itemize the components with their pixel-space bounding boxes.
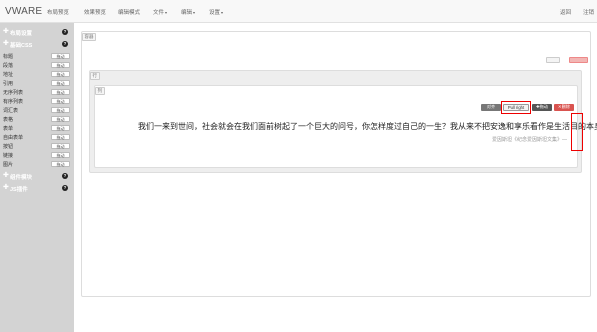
- drag-label: 拖动: [539, 104, 548, 109]
- nav-edit-menu[interactable]: 编辑: [181, 8, 196, 16]
- chevron-down-icon: [221, 11, 224, 14]
- sidebar-section-js[interactable]: ✚ JS插件 ?: [2, 184, 72, 193]
- plus-icon: ✚: [3, 184, 9, 191]
- remove-button[interactable]: ✕删除: [554, 104, 574, 111]
- sidebar-section-components[interactable]: ✚ 组件模块 ?: [2, 172, 72, 181]
- sidebar-item-label: 段落: [3, 63, 14, 69]
- container-remove-button[interactable]: [569, 57, 588, 63]
- sidebar-section-label: 组件模块: [10, 175, 33, 181]
- remove-label: 删除: [561, 104, 570, 109]
- align-button[interactable]: 对齐: [481, 104, 501, 111]
- sidebar-item-label: 表格: [3, 117, 14, 123]
- drag-handle[interactable]: 拖动: [51, 97, 70, 104]
- row-tag: 行: [90, 72, 100, 80]
- sidebar-item-table[interactable]: 表格 拖动: [2, 115, 72, 123]
- nav-layout-preview[interactable]: 布局预览: [47, 8, 69, 16]
- drag-handle[interactable]: 拖动: [51, 124, 70, 131]
- nav-edit-label: 编辑: [181, 10, 193, 16]
- sidebar-item-unordered-list[interactable]: 无序列表 拖动: [2, 88, 72, 96]
- sidebar-section-label: JS插件: [10, 187, 28, 193]
- container-tag: 容器: [82, 33, 96, 41]
- drag-handle[interactable]: 拖动: [51, 151, 70, 158]
- sidebar-item-address[interactable]: 地址 拖动: [2, 70, 72, 78]
- sidebar-section-css[interactable]: ✚ 基础CSS ?: [2, 40, 72, 49]
- help-icon[interactable]: ?: [62, 29, 68, 35]
- plus-icon: ✚: [3, 40, 9, 47]
- nav-logout[interactable]: 注销: [583, 8, 594, 16]
- container-action-button[interactable]: [546, 57, 560, 63]
- blockquote-source: 爱因斯坦《纪念爱因斯坦文集》—: [491, 137, 567, 143]
- drag-handle[interactable]: 拖动: [51, 115, 70, 122]
- nav-effect-preview[interactable]: 效果预览: [84, 8, 106, 16]
- chevron-down-icon: [193, 11, 196, 14]
- help-icon[interactable]: ?: [62, 173, 68, 179]
- nav-settings-label: 设置: [209, 10, 221, 16]
- drag-handle[interactable]: 拖动: [51, 79, 70, 86]
- nav-file-menu[interactable]: 文件: [153, 8, 168, 16]
- drag-handle[interactable]: 拖动: [51, 133, 70, 140]
- sidebar-section-layout[interactable]: ✚ 布局设置 ?: [2, 28, 72, 37]
- nav-edit-mode[interactable]: 编辑模式: [118, 8, 140, 16]
- sidebar-item-button[interactable]: 按钮 拖动: [2, 142, 72, 150]
- sidebar-item-label: 图片: [3, 162, 14, 168]
- sidebar-item-label: 表单: [3, 126, 14, 132]
- sidebar-item-glossary[interactable]: 词汇表 拖动: [2, 106, 72, 114]
- sidebar-item-paragraph[interactable]: 段落 拖动: [2, 61, 72, 69]
- drag-handle[interactable]: ✚拖动: [532, 104, 552, 111]
- nav-file-label: 文件: [153, 10, 165, 16]
- sidebar-item-free-form[interactable]: 自由表单 拖动: [2, 133, 72, 141]
- top-navbar: VWARE 布局预览 效果预览 编辑模式 文件 编辑 设置 返回 注销: [0, 0, 597, 23]
- sidebar-item-label: 引用: [3, 81, 14, 87]
- sidebar-item-link[interactable]: 链接 拖动: [2, 151, 72, 159]
- sidebar-section-label: 基础CSS: [10, 43, 33, 49]
- sidebar: ✚ 布局设置 ? ✚ 基础CSS ? 标题 拖动 段落 拖动 地址 拖动 引用 拖动 无…: [0, 23, 74, 332]
- pull-right-highlight: [501, 101, 531, 114]
- sidebar-item-label: 地址: [3, 72, 14, 78]
- drag-handle[interactable]: 拖动: [51, 88, 70, 95]
- nav-back[interactable]: 返回: [560, 8, 571, 16]
- plus-icon: ✚: [3, 28, 9, 35]
- drag-handle[interactable]: 拖动: [51, 160, 70, 167]
- brand-logo[interactable]: VWARE: [5, 6, 42, 17]
- sidebar-item-form[interactable]: 表单 拖动: [2, 124, 72, 132]
- help-icon[interactable]: ?: [62, 185, 68, 191]
- sidebar-item-quote[interactable]: 引用 拖动: [2, 79, 72, 87]
- sidebar-item-label: 链接: [3, 153, 14, 159]
- plus-icon: ✚: [3, 172, 9, 179]
- sidebar-item-label: 有序列表: [3, 99, 24, 105]
- sidebar-item-image[interactable]: 图片 拖动: [2, 160, 72, 168]
- sidebar-item-ordered-list[interactable]: 有序列表 拖动: [2, 97, 72, 105]
- nav-settings-menu[interactable]: 设置: [209, 8, 224, 16]
- drag-handle[interactable]: 拖动: [51, 70, 70, 77]
- sidebar-item-label: 自由表单: [3, 135, 24, 141]
- sidebar-item-label: 词汇表: [3, 108, 19, 114]
- help-icon[interactable]: ?: [62, 41, 68, 47]
- chevron-down-icon: [165, 11, 168, 14]
- drag-handle[interactable]: 拖动: [51, 142, 70, 149]
- sidebar-item-label: 标题: [3, 54, 14, 60]
- drag-handle[interactable]: 拖动: [51, 52, 70, 59]
- sidebar-item-label: 按钮: [3, 144, 14, 150]
- sidebar-item-label: 无序列表: [3, 90, 24, 96]
- drag-handle[interactable]: 拖动: [51, 106, 70, 113]
- drag-handle[interactable]: 拖动: [51, 61, 70, 68]
- blockquote-text: 我们一来到世间，社会就会在我们面前树起了一个巨大的问号，你怎样度过自己的一生？我…: [138, 122, 597, 131]
- sidebar-section-label: 布局设置: [10, 31, 33, 37]
- pull-right-target-highlight: [571, 113, 583, 151]
- sidebar-item-heading[interactable]: 标题 拖动: [2, 52, 72, 60]
- column-tag: 列: [95, 87, 105, 95]
